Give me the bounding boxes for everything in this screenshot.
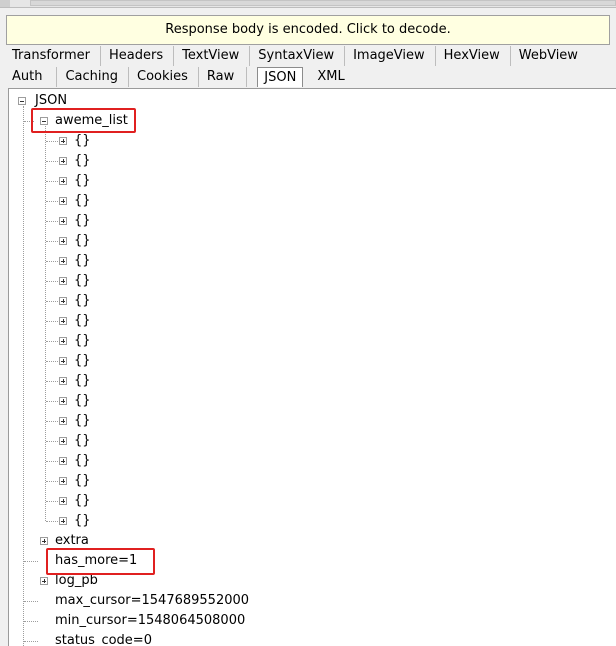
tab-xml[interactable]: XML xyxy=(309,67,354,87)
expand-icon[interactable] xyxy=(59,217,67,225)
tab-transformer[interactable]: Transformer xyxy=(4,46,102,66)
tree-node-object[interactable]: {} xyxy=(74,271,91,291)
tree-node-object[interactable]: {} xyxy=(74,411,91,431)
tab-textview[interactable]: TextView xyxy=(174,46,251,66)
scroll-track[interactable] xyxy=(30,0,616,6)
tree-node-object[interactable]: {} xyxy=(74,451,91,471)
tree-node-object[interactable]: {} xyxy=(74,471,91,491)
expand-icon[interactable] xyxy=(59,517,67,525)
tree-node-min-cursor[interactable]: min_cursor=1548064508000 xyxy=(55,611,245,631)
tab-headers[interactable]: Headers xyxy=(101,46,175,66)
expand-icon[interactable] xyxy=(59,177,67,185)
expand-icon[interactable] xyxy=(59,457,67,465)
tab-cookies[interactable]: Cookies xyxy=(129,67,199,87)
tree-node-max-cursor[interactable]: max_cursor=1547689552000 xyxy=(55,591,249,611)
tree-node-object[interactable]: {} xyxy=(74,491,91,511)
tree-node-object[interactable]: {} xyxy=(74,151,91,171)
expand-icon[interactable] xyxy=(59,337,67,345)
expand-icon[interactable] xyxy=(59,257,67,265)
collapse-icon[interactable] xyxy=(18,97,26,105)
expand-icon[interactable] xyxy=(59,297,67,305)
tab-imageview[interactable]: ImageView xyxy=(345,46,436,66)
expand-icon[interactable] xyxy=(40,537,48,545)
tab-syntaxview[interactable]: SyntaxView xyxy=(250,46,346,66)
expand-icon[interactable] xyxy=(40,577,48,585)
expand-icon[interactable] xyxy=(59,277,67,285)
tree-node-object[interactable]: {} xyxy=(74,211,91,231)
tree-node-object[interactable]: {} xyxy=(74,511,91,531)
expand-icon[interactable] xyxy=(59,157,67,165)
expand-icon[interactable] xyxy=(59,197,67,205)
tree-node-object[interactable]: {} xyxy=(74,291,91,311)
expand-icon[interactable] xyxy=(59,417,67,425)
tree-node-object[interactable]: {} xyxy=(74,371,91,391)
tree-node-object[interactable]: {} xyxy=(74,131,91,151)
expand-icon[interactable] xyxy=(59,237,67,245)
expand-icon[interactable] xyxy=(59,357,67,365)
decode-banner[interactable]: Response body is encoded. Click to decod… xyxy=(6,15,610,45)
tab-auth[interactable]: Auth xyxy=(4,67,58,87)
expand-icon[interactable] xyxy=(59,437,67,445)
tree-node-object[interactable]: {} xyxy=(74,191,91,211)
tree-node-object[interactable]: {} xyxy=(74,391,91,411)
highlight-box-has-more xyxy=(46,548,155,575)
tab-caching[interactable]: Caching xyxy=(57,67,130,87)
tab-json[interactable]: JSON xyxy=(257,67,304,87)
expand-icon[interactable] xyxy=(59,377,67,385)
highlight-box-aweme-list xyxy=(31,108,136,133)
expand-icon[interactable] xyxy=(59,497,67,505)
tree-node-status-code[interactable]: status_code=0 xyxy=(55,631,152,646)
tree-node-object[interactable]: {} xyxy=(74,251,91,271)
tab-hexview[interactable]: HexView xyxy=(436,46,511,66)
expand-icon[interactable] xyxy=(59,317,67,325)
expand-icon[interactable] xyxy=(59,477,67,485)
tree-node-object[interactable]: {} xyxy=(74,171,91,191)
scroll-left-arrow[interactable] xyxy=(0,0,10,7)
top-scrollbar[interactable] xyxy=(0,0,616,8)
tree-node-object[interactable]: {} xyxy=(74,431,91,451)
json-tree-view[interactable]: JSON aweme_list {}{}{}{}{}{}{}{}{}{}{}{}… xyxy=(8,88,616,646)
tree-node-object[interactable]: {} xyxy=(74,351,91,371)
tab-raw[interactable]: Raw xyxy=(199,67,248,87)
tab-webview[interactable]: WebView xyxy=(511,46,588,66)
tabs-row-2: Auth Caching Cookies Raw JSON XML xyxy=(4,66,355,87)
expand-icon[interactable] xyxy=(59,137,67,145)
tree-node-object[interactable]: {} xyxy=(74,231,91,251)
expand-icon[interactable] xyxy=(59,397,67,405)
tabs-row-1: Transformer Headers TextView SyntaxView … xyxy=(4,45,588,66)
tree-node-object[interactable]: {} xyxy=(74,311,91,331)
tree-node-object[interactable]: {} xyxy=(74,331,91,351)
